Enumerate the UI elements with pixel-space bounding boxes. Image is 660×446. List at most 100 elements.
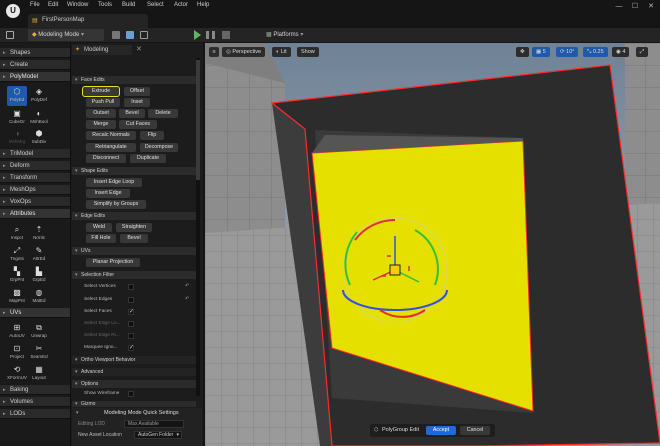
blueprint-icon[interactable] bbox=[126, 31, 134, 39]
cut-faces-button[interactable]: Cut Faces bbox=[119, 120, 157, 129]
tool-mated[interactable]: ◍ MatEd bbox=[29, 287, 49, 307]
merge-button[interactable]: Merge bbox=[86, 120, 116, 129]
select-edges-checkbox[interactable] bbox=[128, 297, 134, 303]
marquee-ignore-checkbox[interactable] bbox=[128, 344, 134, 351]
save-icon[interactable] bbox=[6, 31, 14, 39]
perspective-button[interactable]: ◎ Perspective bbox=[222, 47, 266, 57]
camera-speed-button[interactable]: ◉ 4 bbox=[612, 47, 630, 57]
edge-bevel-button[interactable]: Bevel bbox=[120, 234, 148, 243]
category-lods[interactable]: LODs bbox=[0, 409, 70, 419]
delete-button[interactable]: Delete bbox=[148, 109, 178, 118]
category-attributes[interactable]: Attributes bbox=[0, 209, 70, 219]
weld-button[interactable]: Weld bbox=[86, 223, 112, 232]
platforms-button[interactable]: ▦ Platforms ▾ bbox=[262, 29, 312, 41]
section-edge-edits[interactable]: Edge Edits bbox=[72, 212, 196, 220]
maximize-viewport-icon[interactable]: ⤢ bbox=[636, 47, 648, 57]
menu-actor[interactable]: Actor bbox=[174, 2, 188, 8]
accept-button[interactable]: Accept bbox=[426, 426, 456, 435]
menu-edit[interactable]: Edit bbox=[48, 2, 58, 8]
insert-edge-loop-button[interactable]: Insert Edge Loop bbox=[86, 178, 142, 187]
show-wireframe-checkbox[interactable] bbox=[128, 391, 134, 397]
tool-xformuv[interactable]: ⟲ XFormUV bbox=[7, 364, 27, 384]
tool-polydef[interactable]: ◈ PolyDef bbox=[29, 86, 49, 106]
editing-lod-select[interactable]: Max Available bbox=[124, 420, 184, 428]
menu-file[interactable]: File bbox=[30, 2, 40, 8]
tool-grppnt[interactable]: ▚ GrpPnt bbox=[7, 266, 27, 286]
menu-select[interactable]: Select bbox=[147, 2, 164, 8]
menu-help[interactable]: Help bbox=[197, 2, 209, 8]
asset-location-select[interactable]: AutoGen Folder ▾ bbox=[134, 431, 182, 439]
pause-icon[interactable] bbox=[206, 31, 209, 39]
bevel-button[interactable]: Bevel bbox=[119, 109, 145, 118]
straighten-button[interactable]: Straighten bbox=[116, 223, 152, 232]
offset-button[interactable]: Offset bbox=[124, 87, 150, 96]
section-gizmo[interactable]: Gizmo bbox=[72, 401, 196, 407]
category-transform[interactable]: Transform bbox=[0, 173, 70, 183]
cancel-button[interactable]: Cancel bbox=[460, 426, 490, 435]
extrude-button[interactable]: Extrude bbox=[82, 86, 120, 97]
menu-window[interactable]: Window bbox=[67, 2, 88, 8]
panel-scrollbar-thumb[interactable] bbox=[196, 60, 200, 180]
menu-tools[interactable]: Tools bbox=[98, 2, 112, 8]
recalc-normals-button[interactable]: Recalc Normals bbox=[86, 131, 136, 140]
select-vertices-checkbox[interactable] bbox=[128, 284, 134, 290]
duplicate-button[interactable]: Duplicate bbox=[130, 154, 166, 163]
map-tab[interactable]: ▤ FirstPersonMap bbox=[28, 14, 148, 28]
viewport-menu-icon[interactable]: ≡ bbox=[209, 47, 219, 57]
category-polymodel[interactable]: PolyModel bbox=[0, 72, 70, 82]
outset-button[interactable]: Outset bbox=[86, 109, 116, 118]
fill-hole-button[interactable]: Fill Hole bbox=[86, 234, 116, 243]
level-viewport[interactable] bbox=[205, 43, 660, 446]
maximize-button[interactable]: ☐ bbox=[629, 2, 641, 12]
flip-button[interactable]: Flip bbox=[140, 131, 164, 140]
section-shape-edits[interactable]: Shape Edits bbox=[72, 167, 196, 175]
category-volumes[interactable]: Volumes bbox=[0, 397, 70, 407]
show-button[interactable]: Show bbox=[297, 47, 319, 57]
cinematics-icon[interactable] bbox=[140, 31, 148, 39]
tool-polyed[interactable]: ⬡ PolyEd bbox=[7, 86, 27, 106]
category-meshops[interactable]: MeshOps bbox=[0, 185, 70, 195]
grid-snap-button[interactable]: ▦ 5 bbox=[532, 47, 550, 57]
stop-icon[interactable] bbox=[222, 31, 230, 39]
category-voxops[interactable]: VoxOps bbox=[0, 197, 70, 207]
tool-subdiv[interactable]: ⬢ SubDiv bbox=[29, 128, 49, 148]
mode-selector[interactable]: ◆ Modeling Mode ▾ bbox=[28, 29, 104, 41]
tool-project[interactable]: ⊡ Project bbox=[7, 343, 27, 363]
section-selection-filter[interactable]: Selection Filter bbox=[72, 271, 196, 279]
tool-seamed[interactable]: ✂ SeamEd bbox=[29, 343, 49, 363]
simplify-by-groups-button[interactable]: Simplify by Groups bbox=[86, 200, 146, 209]
category-baking[interactable]: Baking bbox=[0, 385, 70, 395]
tool-autouv[interactable]: ⊞ AutoUV bbox=[7, 322, 27, 342]
reset-icon[interactable]: ↶ bbox=[185, 296, 189, 302]
select-edge-loops-checkbox[interactable] bbox=[128, 321, 134, 327]
tool-grped[interactable]: ▙ GrpEd bbox=[29, 266, 49, 286]
decompose-button[interactable]: Decompose bbox=[140, 143, 178, 152]
insert-edge-button[interactable]: Insert Edge bbox=[86, 189, 130, 198]
menu-build[interactable]: Build bbox=[122, 2, 135, 8]
push-pull-button[interactable]: Push Pull bbox=[86, 98, 120, 107]
select-faces-checkbox[interactable] bbox=[128, 308, 134, 315]
category-uvs[interactable]: UVs bbox=[0, 308, 70, 318]
category-create[interactable]: Create bbox=[0, 60, 70, 70]
tool-inspct[interactable]: ⌕ Inspct bbox=[7, 224, 27, 244]
tool-mshbool[interactable]: ◐ MshBool bbox=[29, 108, 49, 128]
category-deform[interactable]: Deform bbox=[0, 161, 70, 171]
play-icon[interactable] bbox=[194, 30, 201, 40]
category-trimodel[interactable]: TriModel bbox=[0, 149, 70, 159]
section-advanced[interactable]: Advanced bbox=[72, 368, 196, 376]
planar-projection-button[interactable]: Planar Projection bbox=[86, 258, 140, 267]
disconnect-button[interactable]: Disconnect bbox=[86, 154, 126, 163]
minimize-button[interactable]: — bbox=[613, 2, 625, 12]
close-tab-icon[interactable]: ✕ bbox=[136, 45, 142, 53]
tool-mappnt[interactable]: ▩ MapPnt bbox=[7, 287, 27, 307]
surface-snap-icon[interactable]: ✥ bbox=[516, 47, 529, 57]
tool-cubegr[interactable]: ▣ CubeGr bbox=[7, 108, 27, 128]
category-shapes[interactable]: Shapes bbox=[0, 48, 70, 58]
tool-nrmls[interactable]: ⇡ Nrmls bbox=[29, 224, 49, 244]
lit-button[interactable]: ◐ Lit bbox=[272, 47, 291, 57]
tool-mshmrg[interactable]: ◑ MshMrg bbox=[7, 128, 27, 148]
rotation-snap-button[interactable]: ⟳ 10° bbox=[556, 47, 579, 57]
content-icon[interactable] bbox=[112, 31, 120, 39]
modeling-tab[interactable]: ✦ Modeling bbox=[72, 45, 132, 55]
section-options[interactable]: Options bbox=[72, 380, 196, 388]
